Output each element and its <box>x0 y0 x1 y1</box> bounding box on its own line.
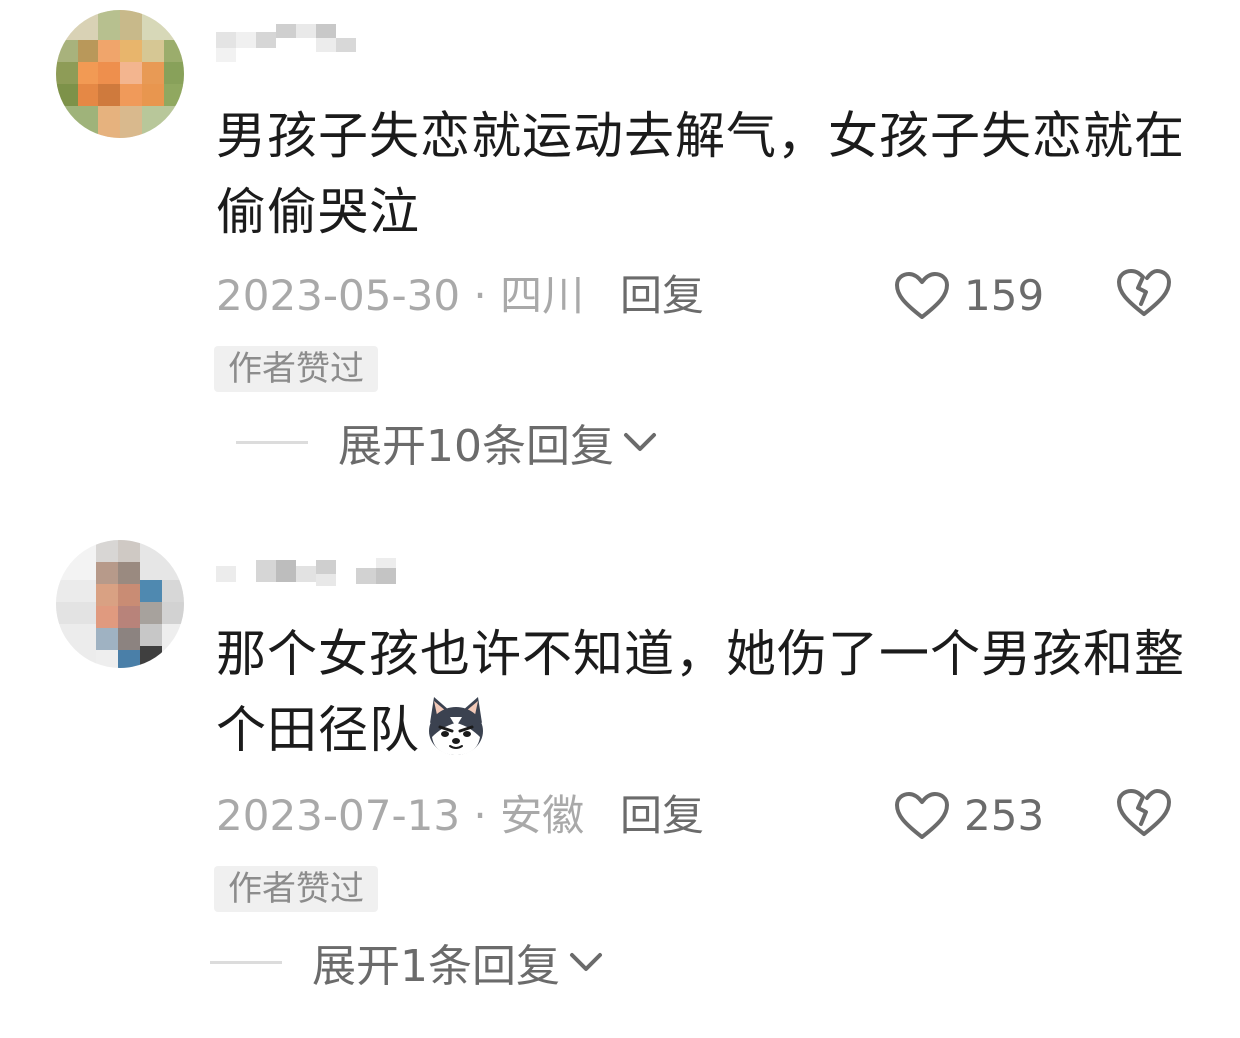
reply-button[interactable]: 回复 <box>620 786 704 846</box>
chevron-down-icon <box>624 433 656 451</box>
expand-replies-label: 展开10条回复 <box>338 421 614 472</box>
like-button[interactable]: 159 <box>894 266 1044 326</box>
avatar[interactable] <box>56 10 184 138</box>
like-button[interactable]: 253 <box>894 786 1044 846</box>
author-liked-badge: 作者赞过 <box>214 346 378 392</box>
like-count: 159 <box>964 271 1045 320</box>
comment-date-location: 2023-07-13 · 安徽 <box>216 791 585 840</box>
expand-replies-button[interactable]: 展开1条回复 <box>210 932 604 992</box>
husky-dog-emoji <box>429 697 483 755</box>
like-count: 253 <box>964 791 1045 840</box>
expand-replies-label: 展开1条回复 <box>312 941 560 992</box>
comment-item: 那个女孩也许不知道，她伤了一个男孩和整个田径队 2023-07-13 · 安徽 … <box>0 520 1240 1038</box>
comment-date-location: 2023-05-30 · 四川 <box>216 271 585 320</box>
dislike-button[interactable] <box>1116 268 1172 318</box>
broken-heart-icon <box>1117 789 1171 836</box>
divider-line <box>210 960 282 964</box>
comment-text: 那个女孩也许不知道，她伤了一个男孩和整个田径队 <box>216 616 1206 768</box>
dislike-button[interactable] <box>1116 788 1172 838</box>
heart-outline-icon <box>895 792 949 839</box>
comment-meta: 2023-07-13 · 安徽 回复 253 <box>216 786 1206 846</box>
reply-button[interactable]: 回复 <box>620 266 704 326</box>
divider-line <box>236 440 308 444</box>
broken-heart-icon <box>1117 269 1171 316</box>
chevron-down-icon <box>570 953 602 971</box>
comment-meta: 2023-05-30 · 四川 回复 159 <box>216 266 1206 326</box>
comment-text: 男孩子失恋就运动去解气，女孩子失恋就在偷偷哭泣 <box>216 107 1185 241</box>
username-blurred[interactable] <box>216 18 406 64</box>
username-blurred[interactable] <box>216 548 406 594</box>
comment-item: 男孩子失恋就运动去解气，女孩子失恋就在偷偷哭泣 2023-05-30 · 四川 … <box>0 0 1240 500</box>
heart-outline-icon <box>895 272 949 319</box>
author-liked-badge: 作者赞过 <box>214 866 378 912</box>
expand-replies-button[interactable]: 展开10条回复 <box>236 412 658 472</box>
avatar[interactable] <box>56 540 184 668</box>
comment-text-body: 那个女孩也许不知道，她伤了一个男孩和整个田径队 <box>216 625 1185 759</box>
